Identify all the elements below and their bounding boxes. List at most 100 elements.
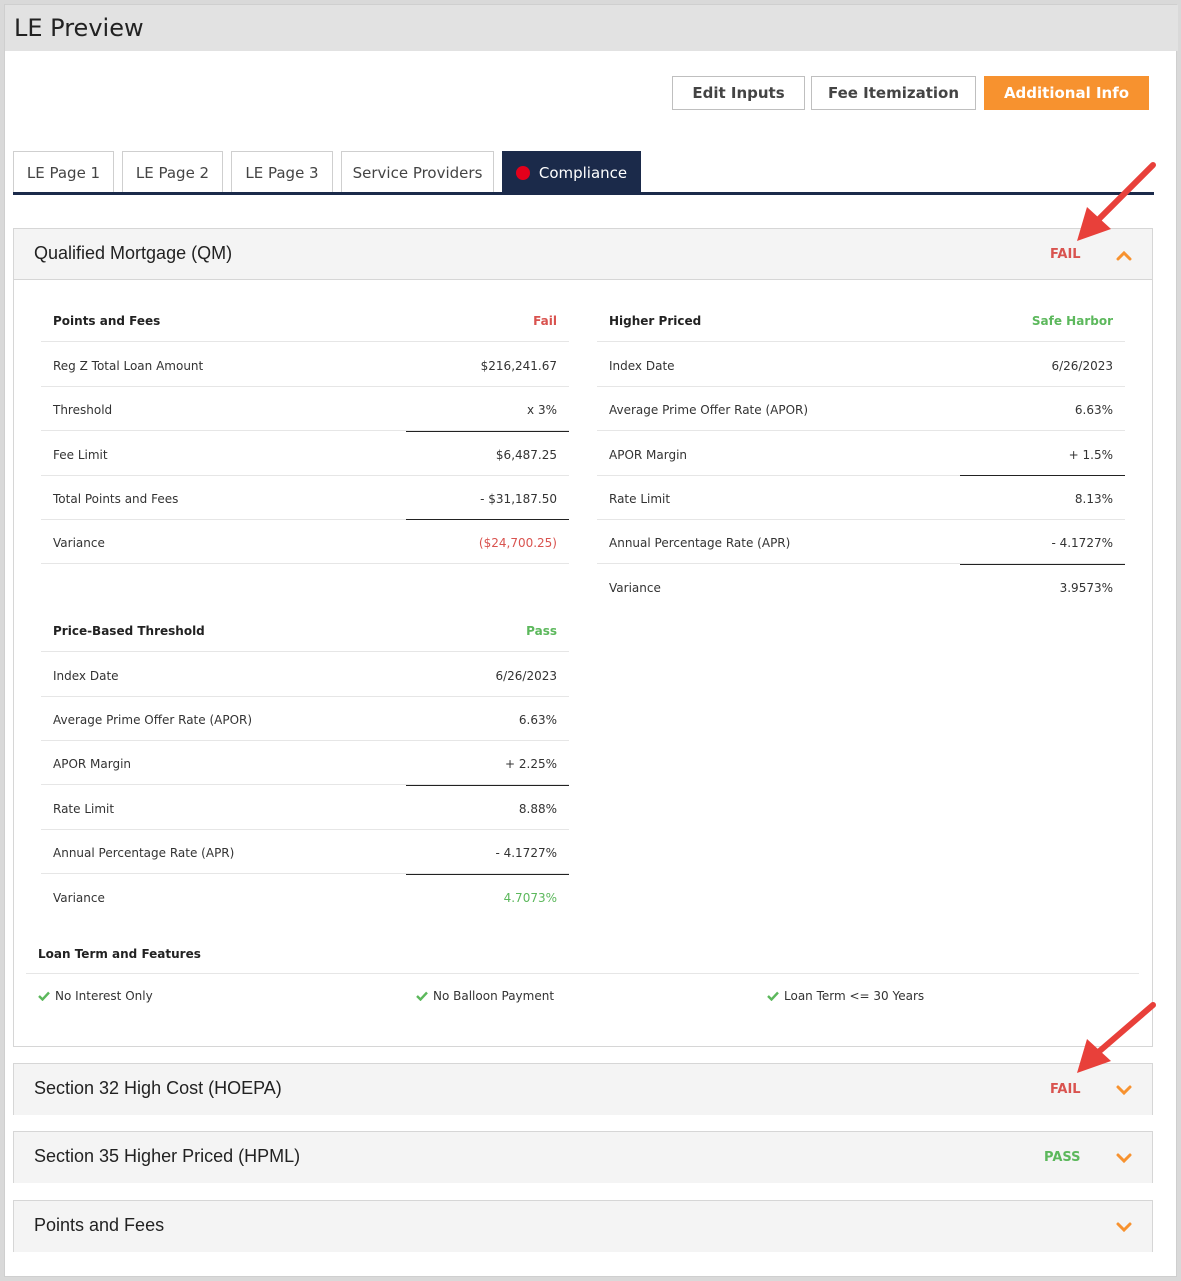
table-row: Annual Percentage Rate (APR) - 4.1727% [597, 520, 1125, 564]
row-label: Average Prime Offer Rate (APOR) [53, 713, 253, 727]
row-value: 3.9573% [1059, 581, 1113, 595]
feature-label: No Balloon Payment [433, 989, 555, 1003]
tab-compliance[interactable]: Compliance [502, 151, 641, 193]
annotation-arrow-icon [1077, 162, 1156, 241]
row-value: 6/26/2023 [495, 669, 557, 683]
row-label: Total Points and Fees [53, 492, 179, 506]
table-row: Average Prime Offer Rate (APOR) 6.63% [597, 387, 1125, 431]
table-row: Index Date 6/26/2023 [597, 343, 1125, 387]
row-label: Fee Limit [53, 448, 108, 462]
tab-le-page-1[interactable]: LE Page 1 [13, 151, 114, 193]
table-row: Fee Limit $6,487.25 [41, 432, 569, 476]
feature-loan-term: Loan Term <= 30 Years [767, 989, 924, 1003]
le-preview-window: LE Preview Edit Inputs Fee Itemization A… [4, 4, 1178, 1277]
qm-panel-header[interactable]: Qualified Mortgage (QM) FAIL [14, 229, 1152, 280]
row-label: Threshold [53, 403, 113, 417]
row-label: Annual Percentage Rate (APR) [53, 846, 235, 860]
row-label: Variance [53, 891, 105, 905]
feature-label: Loan Term <= 30 Years [784, 989, 925, 1003]
qm-panel: Qualified Mortgage (QM) FAIL Points and … [13, 228, 1153, 1047]
fee-itemization-button[interactable]: Fee Itemization [811, 76, 976, 110]
loan-term-title: Loan Term and Features [38, 947, 201, 961]
row-value: - $31,187.50 [480, 492, 557, 506]
table-row: Rate Limit 8.88% [41, 786, 569, 830]
table-row: Threshold x 3% [41, 387, 569, 431]
section-32-status: FAIL [1050, 1082, 1081, 1097]
row-label: Index Date [609, 359, 675, 373]
row-value: 6.63% [1074, 403, 1113, 417]
chevron-down-icon[interactable] [1114, 1080, 1134, 1100]
points-fees-panel-header[interactable]: Points and Fees [14, 1201, 1152, 1252]
tab-service-providers[interactable]: Service Providers [341, 151, 494, 193]
row-value: 4.7073% [503, 891, 557, 905]
price-based-title: Price-Based Threshold [53, 624, 205, 638]
row-value: $6,487.25 [495, 448, 557, 462]
row-label: APOR Margin [609, 448, 688, 462]
table-row: Average Prime Offer Rate (APOR) 6.63% [41, 697, 569, 741]
section-35-header[interactable]: Section 35 Higher Priced (HPML) PASS [14, 1132, 1152, 1183]
row-value: - 4.1727% [1051, 536, 1113, 550]
row-value: x 3% [527, 403, 557, 417]
table-row: Rate Limit 8.13% [597, 476, 1125, 520]
section-32-title: Section 32 High Cost (HOEPA) [34, 1078, 282, 1098]
chevron-down-icon[interactable] [1114, 1217, 1134, 1237]
row-label: Index Date [53, 669, 119, 683]
feature-no-interest-only: No Interest Only [38, 989, 153, 1003]
row-value: + 1.5% [1068, 448, 1113, 462]
row-value: 8.88% [518, 802, 557, 816]
window-title: LE Preview [14, 14, 144, 42]
section-35-title: Section 35 Higher Priced (HPML) [34, 1146, 301, 1166]
check-icon [38, 991, 50, 1001]
table-row: Reg Z Total Loan Amount $216,241.67 [41, 343, 569, 387]
additional-info-button[interactable]: Additional Info [984, 76, 1149, 110]
annotation-arrow-icon [1077, 1002, 1156, 1073]
red-dot-icon [515, 165, 530, 180]
higher-priced-header: Higher Priced Safe Harbor [597, 298, 1125, 342]
tab-underline [13, 192, 1154, 195]
table-row: Variance 3.9573% [597, 565, 1125, 609]
points-fees-status: Fail [533, 314, 557, 328]
qm-panel-title: Qualified Mortgage (QM) [34, 243, 233, 263]
section-32-header[interactable]: Section 32 High Cost (HOEPA) FAIL [14, 1064, 1152, 1115]
row-label: Average Prime Offer Rate (APOR) [609, 403, 809, 417]
edit-inputs-button[interactable]: Edit Inputs [672, 76, 805, 110]
higher-priced-title: Higher Priced [609, 314, 702, 328]
row-value: 6/26/2023 [1051, 359, 1113, 373]
tab-le-page-3[interactable]: LE Page 3 [231, 151, 333, 193]
points-fees-title: Points and Fees [53, 314, 161, 328]
points-fees-header: Points and Fees Fail [41, 298, 569, 342]
row-label: APOR Margin [53, 757, 132, 771]
chevron-down-icon[interactable] [1114, 1148, 1134, 1168]
price-based-status: Pass [526, 624, 557, 638]
price-based-header: Price-Based Threshold Pass [41, 608, 569, 652]
section-32-panel: Section 32 High Cost (HOEPA) FAIL [13, 1063, 1153, 1115]
check-icon [767, 991, 779, 1001]
row-label: Variance [609, 581, 661, 595]
table-row: Annual Percentage Rate (APR) - 4.1727% [41, 830, 569, 874]
row-label: Annual Percentage Rate (APR) [609, 536, 791, 550]
row-value: 8.13% [1074, 492, 1113, 506]
check-icon [416, 991, 428, 1001]
row-value: $216,241.67 [480, 359, 557, 373]
title-bar: LE Preview [5, 5, 1178, 51]
row-value: 6.63% [518, 713, 557, 727]
row-label: Rate Limit [53, 802, 115, 816]
section-35-panel: Section 35 Higher Priced (HPML) PASS [13, 1131, 1153, 1183]
points-fees-panel-title: Points and Fees [34, 1215, 165, 1235]
row-value: - 4.1727% [495, 846, 557, 860]
row-label: Variance [53, 536, 105, 550]
feature-no-balloon-payment: No Balloon Payment [416, 989, 554, 1003]
feature-label: No Interest Only [55, 989, 153, 1003]
table-row: Total Points and Fees - $31,187.50 [41, 476, 569, 520]
tab-compliance-label: Compliance [538, 163, 628, 182]
table-row: Variance ($24,700.25) [41, 520, 569, 564]
row-value: + 2.25% [505, 757, 557, 771]
section-35-status: PASS [1044, 1150, 1081, 1165]
higher-priced-status: Safe Harbor [1031, 314, 1113, 328]
loan-term-header: Loan Term and Features [26, 933, 1139, 974]
points-fees-panel: Points and Fees [13, 1200, 1153, 1252]
tab-le-page-2[interactable]: LE Page 2 [122, 151, 223, 193]
row-value: ($24,700.25) [478, 536, 557, 550]
row-label: Rate Limit [609, 492, 671, 506]
table-row: APOR Margin + 1.5% [597, 432, 1125, 476]
